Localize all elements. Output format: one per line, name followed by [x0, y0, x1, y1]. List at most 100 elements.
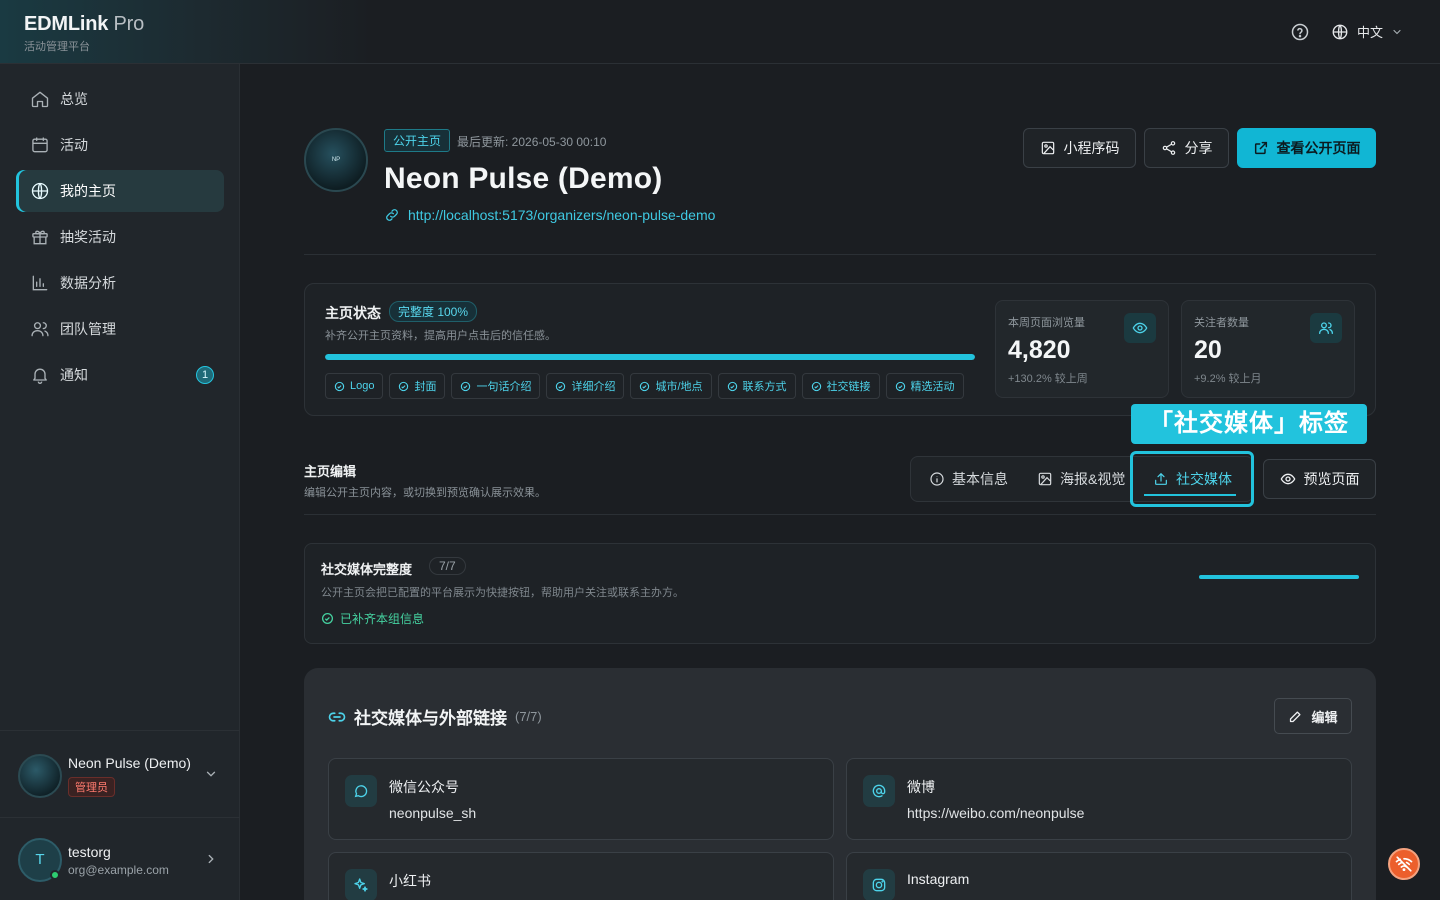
link-icon	[328, 708, 346, 726]
stat-value: 20	[1194, 336, 1222, 364]
globe-icon	[1331, 23, 1349, 41]
sidebar-item-label: 我的主页	[60, 183, 116, 199]
sidebar-item-events[interactable]: 活动	[16, 124, 224, 166]
checklist-chip: 社交链接	[801, 373, 880, 399]
chevron-down-icon	[1391, 26, 1403, 38]
sidebar-item-notifications[interactable]: 通知 1	[16, 354, 224, 396]
role-badge: 管理员	[68, 777, 115, 797]
brand-logo[interactable]: EDMLink Pro 活动管理平台	[24, 13, 144, 54]
header-divider	[304, 254, 1376, 255]
user-email: org@example.com	[68, 863, 169, 877]
miniprogram-label: 小程序码	[1063, 140, 1120, 156]
online-status-dot	[50, 870, 60, 880]
external-link-icon	[1253, 140, 1269, 156]
chevron-down-icon	[204, 767, 218, 781]
users-icon	[1310, 313, 1342, 343]
checklist-chip: 一句话介绍	[451, 373, 541, 399]
view-public-page-button[interactable]: 查看公开页面	[1237, 128, 1376, 168]
link-card-wechat[interactable]: 微信公众号 neonpulse_sh	[328, 758, 834, 840]
link-platform-name: 小红书	[389, 873, 431, 889]
check-circle-icon	[811, 381, 822, 392]
checklist-chip: 城市/地点	[630, 373, 712, 399]
tab-label: 海报&视觉	[1060, 471, 1126, 487]
bar-chart-icon	[30, 273, 50, 293]
link-icon	[384, 207, 400, 223]
page-title: Neon Pulse (Demo)	[384, 162, 663, 195]
share-button[interactable]: 分享	[1144, 128, 1229, 168]
sidebar-item-label: 活动	[60, 137, 88, 153]
user-account-menu[interactable]: T testorg org@example.com	[0, 818, 240, 900]
completeness-progress-bar	[325, 354, 975, 360]
annotation-callout: 「社交媒体」标签	[1131, 404, 1367, 444]
sidebar-item-overview[interactable]: 总览	[16, 78, 224, 120]
link-card-weibo[interactable]: 微博 https://weibo.com/neonpulse	[846, 758, 1352, 840]
chip-label: 一句话介绍	[476, 381, 532, 393]
organizer-avatar: NP	[304, 128, 368, 192]
chevron-right-icon	[204, 852, 218, 866]
completeness-progress-fill	[325, 354, 975, 360]
help-icon[interactable]	[1290, 22, 1310, 42]
sidebar-item-team[interactable]: 团队管理	[16, 308, 224, 350]
calendar-icon	[30, 135, 50, 155]
preview-label: 预览页面	[1303, 471, 1360, 487]
brand-suffix: Pro	[113, 13, 145, 35]
social-completeness-card: 社交媒体完整度 7/7 公开主页会把已配置的平台展示为快捷按钮，帮助用户关注或联…	[304, 543, 1376, 644]
public-url: http://localhost:5173/organizers/neon-pu…	[408, 207, 716, 223]
links-count: (7/7)	[515, 709, 542, 724]
wifi-off-icon[interactable]	[1388, 848, 1420, 880]
social-count-badge: 7/7	[429, 557, 466, 575]
brand-name: EDMLink	[24, 13, 109, 35]
link-platform-name: 微博	[907, 779, 935, 795]
status-title: 主页状态	[325, 305, 381, 321]
social-links-panel: 社交媒体与外部链接 (7/7) 编辑 微信公众号 neonpulse_sh 微博…	[304, 668, 1376, 900]
users-icon	[30, 319, 50, 339]
org-name: Neon Pulse (Demo)	[68, 755, 191, 771]
stat-delta: +9.2% 较上月	[1194, 373, 1262, 385]
sidebar-item-lottery[interactable]: 抽奖活动	[16, 216, 224, 258]
tab-poster-visual[interactable]: 海报&视觉	[1037, 457, 1125, 501]
edit-links-button[interactable]: 编辑	[1274, 698, 1352, 734]
tab-basic-info[interactable]: 基本信息	[929, 457, 1008, 501]
chip-label: Logo	[350, 380, 375, 392]
edit-label: 编辑	[1311, 709, 1338, 725]
chip-label: 城市/地点	[655, 381, 703, 393]
checklist-chip: 封面	[389, 373, 446, 399]
link-card-instagram[interactable]: Instagram	[846, 852, 1352, 900]
social-completeness-bar	[1199, 575, 1359, 579]
message-circle-icon	[345, 775, 377, 807]
link-card-xiaohongshu[interactable]: 小红书	[328, 852, 834, 900]
stat-label: 关注者数量	[1194, 317, 1249, 329]
sidebar-item-analytics[interactable]: 数据分析	[16, 262, 224, 304]
globe-icon	[30, 181, 50, 201]
org-switcher[interactable]: Neon Pulse (Demo) 管理员	[0, 730, 240, 818]
language-selector[interactable]: 中文	[1331, 22, 1403, 41]
chip-label: 精选活动	[910, 381, 955, 393]
check-circle-icon	[895, 381, 906, 392]
followers-stat: 关注者数量 20 +9.2% 较上月	[1181, 300, 1355, 398]
links-title: 社交媒体与外部链接	[354, 709, 507, 728]
social-status-label: 已补齐本组信息	[340, 612, 425, 626]
check-circle-icon	[334, 381, 345, 392]
eye-icon	[1124, 313, 1156, 343]
check-circle-icon	[727, 381, 738, 392]
completeness-badge: 完整度 100%	[389, 301, 478, 322]
tab-label: 基本信息	[952, 471, 1008, 487]
chip-label: 详细介绍	[571, 381, 616, 393]
image-icon	[1037, 471, 1053, 487]
annotation-highlight-box	[1130, 451, 1254, 507]
preview-page-button[interactable]: 预览页面	[1263, 459, 1376, 499]
links-header: 社交媒体与外部链接 (7/7)	[328, 704, 542, 729]
public-url-link[interactable]: http://localhost:5173/organizers/neon-pu…	[384, 207, 715, 223]
link-value: neonpulse_sh	[389, 805, 477, 821]
sidebar-item-my-homepage[interactable]: 我的主页	[16, 170, 224, 212]
notification-count-badge: 1	[196, 366, 214, 384]
language-label: 中文	[1357, 25, 1384, 40]
link-platform-name: 微信公众号	[389, 779, 459, 795]
link-platform-name: Instagram	[907, 871, 970, 887]
stat-value: 4,820	[1008, 336, 1071, 364]
miniprogram-code-button[interactable]: 小程序码	[1023, 128, 1136, 168]
sidebar: 总览 活动 我的主页 抽奖活动 数据分析 团队管理 通知 1 Neon Puls…	[0, 64, 240, 900]
sidebar-item-label: 总览	[60, 91, 88, 107]
editor-subtitle: 编辑公开主页内容，或切换到预览确认展示效果。	[304, 487, 546, 499]
stat-delta: +130.2% 较上周	[1008, 373, 1088, 385]
